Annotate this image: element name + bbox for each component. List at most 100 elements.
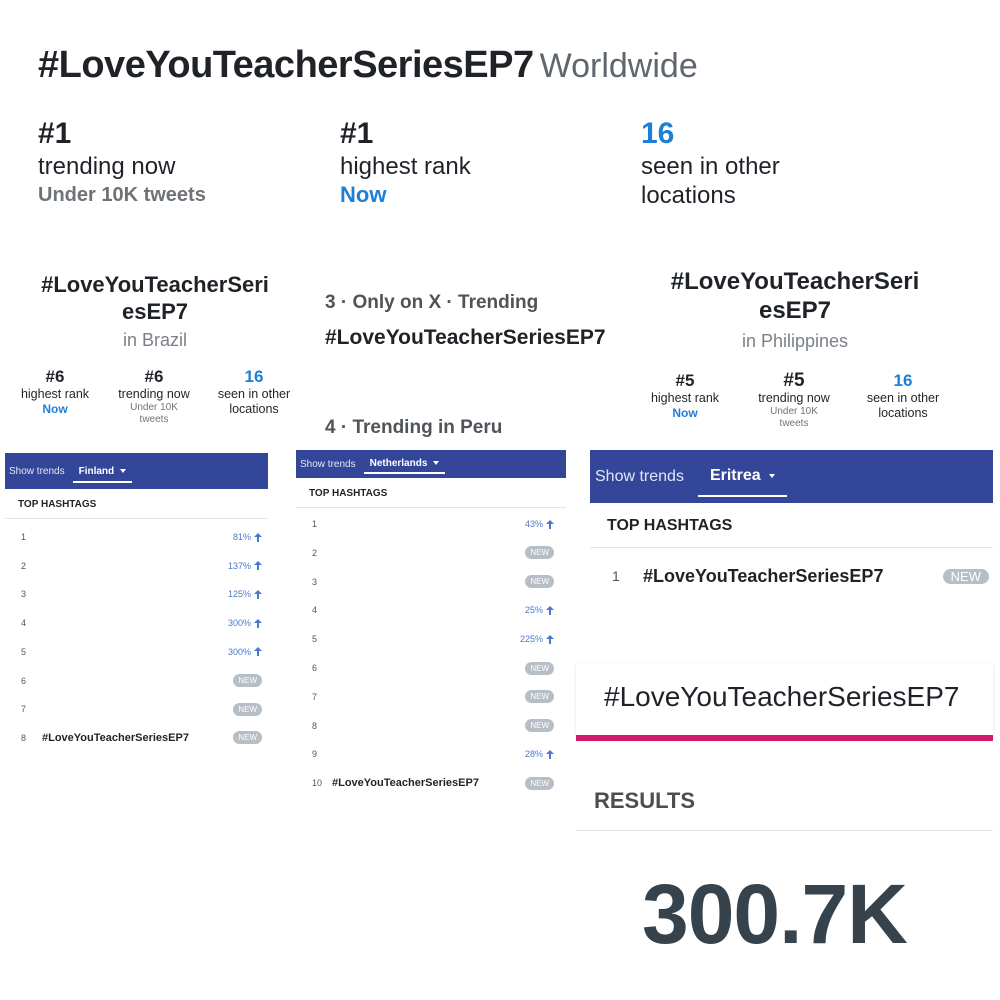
rank-number: 5 [21,646,27,657]
chevron-down-icon [120,469,127,473]
finland-trends-panel: Show trends Finland TOP HASHTAGS 1 81% 2 13… [5,453,268,768]
new-badge: NEW [233,674,262,687]
new-badge: NEW [525,546,554,560]
brazil-trending-now: #6 trending now Under 10K tweets [99,367,209,426]
location-label: in Philippines [741,331,849,351]
table-row[interactable]: 6 NEW [296,658,566,678]
stat-seen-locations: 16 seen in other locations [641,116,780,210]
hashtag-name: #LoveYouTeacherSeriesEP7 [42,731,189,744]
stat-label: seen in other [217,387,291,401]
show-trends-bar: Show trends Finland [5,453,268,489]
new-badge: NEW [525,719,554,733]
table-row[interactable]: 10 #LoveYouTeacherSeriesEP7 NEW [296,773,566,793]
table-row[interactable]: 5 225% [296,629,566,649]
stat-label: highest rank [340,153,471,180]
rank-number: 4 [21,618,27,629]
show-trends-label: Show trends [9,465,65,477]
stat-label: trending now [38,153,176,180]
hashtag-label: esEP7 [121,299,189,324]
table-row[interactable]: 8 NEW [296,716,566,736]
philippines-highest-rank: #5 highest rank Now [630,371,740,421]
stat-sub: Now [672,406,698,420]
stat-value: #1 [38,117,72,150]
stat-value: #5 [675,371,695,390]
change-indicator: 137% [228,561,262,571]
stat-sub: Under 10K tweets [38,184,206,206]
rank-number: 2 [21,560,27,571]
rank-number: 8 [21,732,27,743]
change-indicator: 25% [525,605,554,615]
search-hashtag-box[interactable]: #LoveYouTeacherSeriesEP7 [576,663,993,735]
rank-number: 7 [21,704,27,715]
arrow-up-icon [254,532,262,542]
rank-number: 5 [312,634,318,645]
table-row[interactable]: 4 25% [296,600,566,620]
table-row[interactable]: 8 #LoveYouTeacherSeriesEP7 NEW [5,728,268,748]
new-badge: NEW [525,575,554,589]
page-title: #LoveYouTeacherSeriesEP7 Worldwide [38,44,698,87]
x-trending-hashtag[interactable]: #LoveYouTeacherSeriesEP7 [325,326,606,350]
location-label: in Brazil [122,330,188,350]
chevron-down-icon [433,461,440,465]
stat-trending-now: #1 trending now Under 10K tweets [38,116,206,209]
country-label: Finland [78,465,115,477]
table-row[interactable]: 7 NEW [5,699,268,719]
stat-value: #6 [144,367,164,386]
change-indicator: 125% [228,589,262,599]
stat-label: trending now [118,387,190,401]
arrow-up-icon [546,634,554,644]
change-indicator: 43% [525,519,554,529]
table-row[interactable]: 5 300% [5,642,268,662]
country-dropdown[interactable]: Netherlands [363,455,446,474]
philippines-trending-now: #5 trending now Under 10K tweets [739,371,849,430]
change-percent: 43% [524,519,543,529]
table-row[interactable]: 1 81% [5,527,268,547]
hashtag-name: #LoveYouTeacherSeriesEP7 [332,777,479,790]
rank-number: 9 [312,749,318,760]
country-dropdown[interactable]: Eritrea [697,457,787,497]
change-indicator: 300% [228,618,262,628]
chevron-down-icon [768,473,775,478]
hashtag-label: #LoveYouTeacherSeri [670,268,920,295]
rank-number: 1 [21,532,27,542]
table-row[interactable]: 2 137% [5,556,268,576]
show-trends-label: Show trends [595,467,684,485]
stat-value: #1 [340,117,374,150]
stat-value: 16 [893,371,913,390]
country-label: Eritrea [709,466,761,484]
hashtag-title: #LoveYouTeacherSeriesEP7 [38,44,534,86]
stat-sub: Under 10K [130,402,178,413]
top-hashtags-heading: TOP HASHTAGS [5,489,268,519]
country-label: Netherlands [369,457,428,469]
arrow-up-icon [546,749,554,759]
table-row[interactable]: 3 125% [5,584,268,604]
stat-label: locations [878,406,928,420]
eritrea-trends-panel: Show trends Eritrea TOP HASHTAGS 1 #LoveY… [590,450,993,608]
rank-number: 1 [312,519,318,529]
table-row[interactable]: 6 NEW [5,671,268,691]
stat-value: #6 [45,367,65,386]
new-badge: NEW [942,568,989,584]
philippines-seen-locations: 16 seen in other locations [848,371,958,421]
change-percent: 81% [232,532,251,542]
new-badge: NEW [525,661,554,675]
brazil-trend-card: #LoveYouTeacherSeri esEP7 in Brazil [20,271,290,352]
table-row[interactable]: 2 NEW [296,543,566,563]
stat-value: #5 [783,370,805,391]
rank-number: 8 [312,720,318,731]
table-row[interactable]: 9 28% [296,744,566,764]
stat-label: highest rank [20,387,90,401]
table-row[interactable]: 1 #LoveYouTeacherSeriesEP7 NEW [590,562,993,590]
country-dropdown[interactable]: Finland [72,460,133,483]
table-row[interactable]: 1 43% [296,514,566,534]
rank-number: 2 [312,547,318,558]
table-row[interactable]: 3 NEW [296,572,566,592]
table-row[interactable]: 7 NEW [296,687,566,707]
hashtag-label: #LoveYouTeacherSeri [41,272,269,297]
table-row[interactable]: 4 300% [5,613,268,633]
change-percent: 137% [227,560,251,571]
arrow-up-icon [254,589,262,599]
change-indicator: 81% [233,532,262,542]
rank-number: 10 [312,778,323,789]
change-percent: 28% [524,749,543,760]
